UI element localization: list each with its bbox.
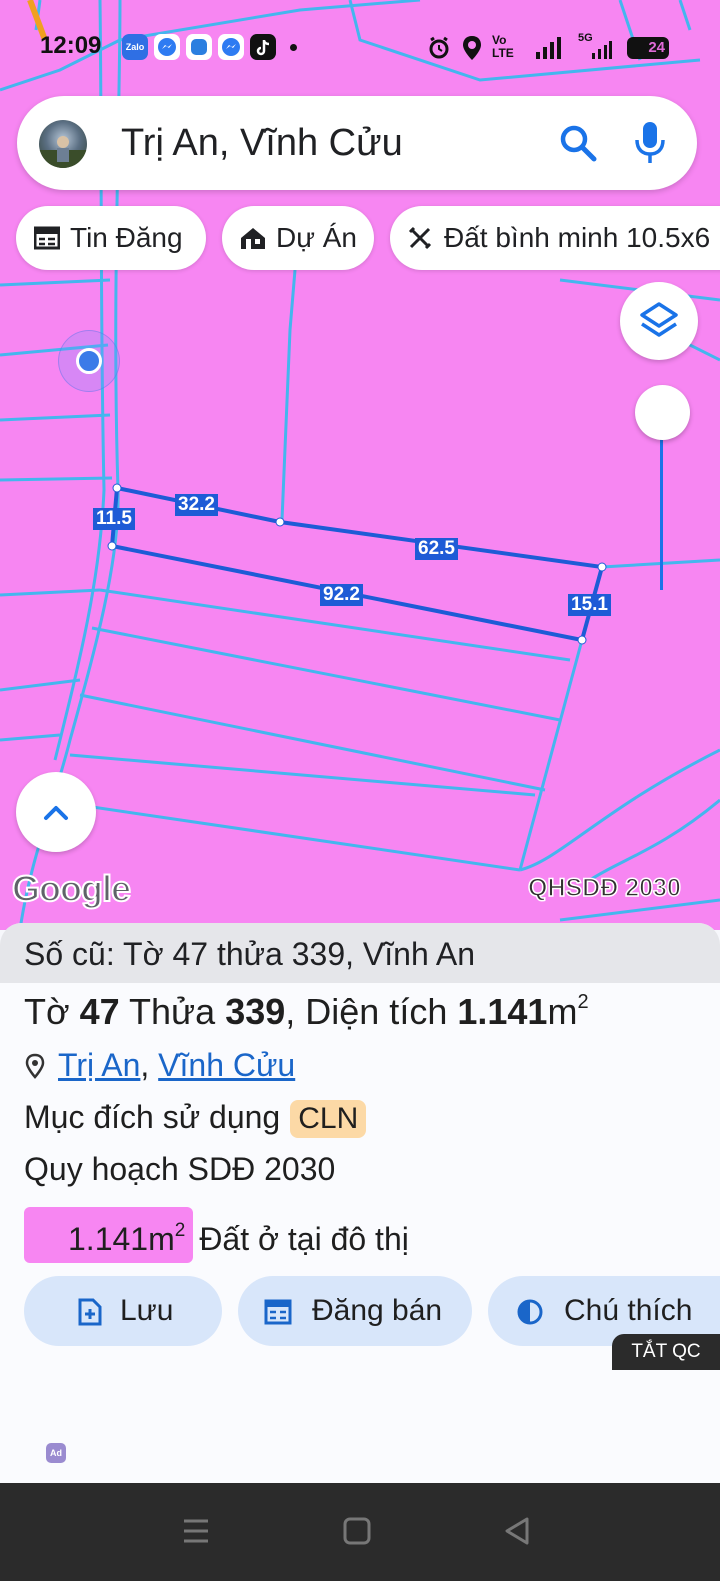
legend-label: Chú thích [564, 1294, 693, 1327]
area-unit: m [547, 991, 578, 1032]
post-sale-icon [264, 1299, 292, 1325]
layers-button[interactable] [620, 282, 698, 360]
chip-tin-dang[interactable]: Tin Đăng [16, 206, 206, 270]
save-label: Lưu [120, 1294, 174, 1327]
plot-word: Thửa [129, 991, 216, 1032]
planning-area-row: 1.141m2 Đất ở tại đô thị [24, 1207, 409, 1263]
save-button[interactable]: Lưu [24, 1276, 222, 1346]
location-separator: , [140, 1047, 150, 1083]
parcel-location: Trị An, Vĩnh Cửu [24, 1047, 295, 1084]
messenger-icon [154, 34, 180, 60]
post-sale-label: Đăng bán [312, 1294, 443, 1327]
district-link[interactable]: Vĩnh Cửu [158, 1047, 295, 1083]
search-bar[interactable]: Trị An, Vĩnh Cửu [17, 96, 697, 190]
google-logo: Google [11, 867, 132, 910]
chevron-up-icon [44, 806, 68, 820]
sheet-number: 47 [79, 991, 120, 1032]
planning-area-chip: 1.141m2 [24, 1207, 194, 1263]
signal-icon [536, 37, 561, 59]
opacity-slider-knob[interactable] [635, 385, 690, 440]
purpose-code-badge: CLN [290, 1100, 367, 1138]
commune-link[interactable]: Trị An [58, 1047, 140, 1083]
layers-icon [640, 302, 678, 337]
dimension-label-south: 92.2 [320, 584, 363, 606]
parcel-title: Tờ 47 Thửa 339, Diện tích 1.141m2 [24, 991, 589, 1033]
chip-du-an[interactable]: Dự Án [222, 206, 374, 270]
project-icon [241, 228, 265, 249]
legend-icon [517, 1299, 543, 1325]
signal-icon-2 [592, 41, 612, 59]
zalo-icon: Zalo [122, 34, 148, 60]
alarm-icon [429, 36, 449, 59]
land-use-purpose: Mục đích sử dụng CLN [24, 1099, 367, 1138]
ruler-icon [408, 226, 432, 250]
sheet-word: Tờ [24, 991, 70, 1032]
status-bar: 12:09 Zalo Vo LTE 5G 24 [0, 28, 720, 68]
chip-saved-search[interactable]: Đất bình minh 10.5x6 [390, 206, 720, 270]
planning-heading: Quy hoạch SDĐ 2030 [24, 1151, 336, 1187]
area-exponent: 2 [577, 991, 589, 1013]
parcel-info-sheet[interactable]: Số cũ: Tờ 47 thửa 339, Vĩnh An Tờ 47 Thử… [0, 923, 720, 1483]
purpose-label: Mục đích sử dụng [24, 1099, 281, 1135]
status-clock: 12:09 [40, 32, 102, 59]
messenger-icon [218, 34, 244, 60]
recent-apps-icon[interactable] [176, 1511, 216, 1551]
area-value: 1.141 [457, 991, 548, 1032]
tiktok-icon [250, 34, 276, 60]
old-parcel-number: Số cũ: Tờ 47 thửa 339, Vĩnh An [0, 923, 720, 983]
back-icon[interactable] [497, 1511, 537, 1551]
chip-label: Dự Án [276, 222, 357, 253]
planning-layer-label: QHSDĐ 2030 [527, 873, 681, 903]
dimension-label-north-east: 62.5 [415, 538, 458, 560]
dimension-label-north-west: 32.2 [175, 494, 218, 516]
plot-number: 339 [225, 991, 286, 1032]
chip-label: Tin Đăng [70, 222, 183, 253]
dimension-label-east: 15.1 [568, 594, 611, 616]
home-icon[interactable] [337, 1511, 377, 1551]
battery-icon: 24 [627, 37, 669, 59]
save-icon [78, 1298, 102, 1326]
expand-sheet-button[interactable] [16, 772, 96, 852]
location-pin-icon [25, 1053, 45, 1079]
location-status-icon [463, 36, 481, 60]
search-input[interactable]: Trị An, Vĩnh Cửu [121, 122, 403, 165]
blue-app-icon [186, 34, 212, 60]
ad-badge-icon: Ad [46, 1443, 66, 1463]
dimension-label-west: 11.5 [93, 508, 135, 530]
volte-indicator: Vo LTE [492, 33, 514, 60]
search-icon[interactable] [557, 122, 599, 164]
chip-label: Đất bình minh 10.5x6 [444, 222, 711, 253]
listing-icon [34, 226, 60, 250]
post-for-sale-button[interactable]: Đăng bán [238, 1276, 472, 1346]
my-location-dot [76, 348, 102, 374]
more-notifications-dot [290, 44, 297, 51]
area-word: , Diện tích [285, 991, 448, 1032]
microphone-icon[interactable] [633, 120, 667, 166]
planning-land-type: Đất ở tại đô thị [199, 1221, 409, 1257]
close-ads-button[interactable]: TẮT QC [612, 1334, 720, 1370]
avatar[interactable] [39, 120, 87, 168]
system-navigation-bar [0, 1483, 720, 1581]
